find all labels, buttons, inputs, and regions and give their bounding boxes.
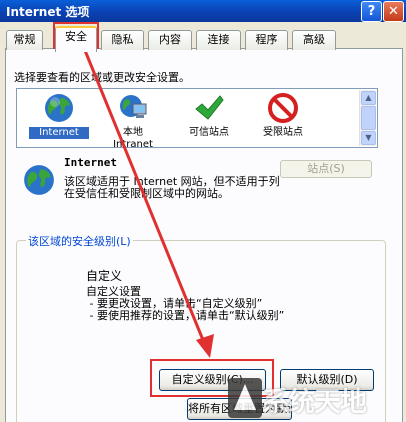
watermark-text: 系统天地 — [262, 387, 367, 418]
annotation-arrow — [82, 47, 214, 358]
tab-security[interactable]: 安全 — [55, 26, 97, 52]
